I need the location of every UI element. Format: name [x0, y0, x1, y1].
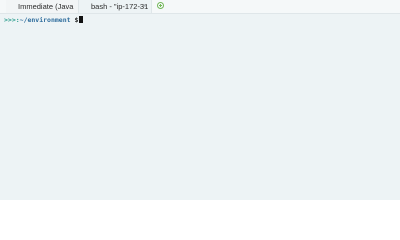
tab-bash[interactable]: bash - "ip-172-31 × [78, 0, 152, 13]
ide-window: Immediate (Java bash - "ip-172-31 × >>>:… [0, 0, 400, 200]
prompt-path: ~/environment [19, 16, 71, 24]
close-icon[interactable]: × [143, 0, 147, 13]
prompt-line: >>>:~/environment $ [4, 15, 84, 25]
tab-immediate[interactable]: Immediate (Java [6, 0, 78, 13]
tab-bash-label: bash - "ip-172-31 [91, 2, 149, 11]
prompt-dollar: $ [74, 16, 79, 24]
terminal-pane[interactable]: >>>:~/environment $ [0, 14, 400, 200]
tab-immediate-label: Immediate (Java [18, 2, 74, 11]
text-cursor [79, 16, 84, 23]
tab-bar: Immediate (Java bash - "ip-172-31 × [0, 0, 400, 14]
add-tab-icon[interactable] [157, 2, 164, 9]
prompt-arrows: >>>: [4, 16, 20, 24]
